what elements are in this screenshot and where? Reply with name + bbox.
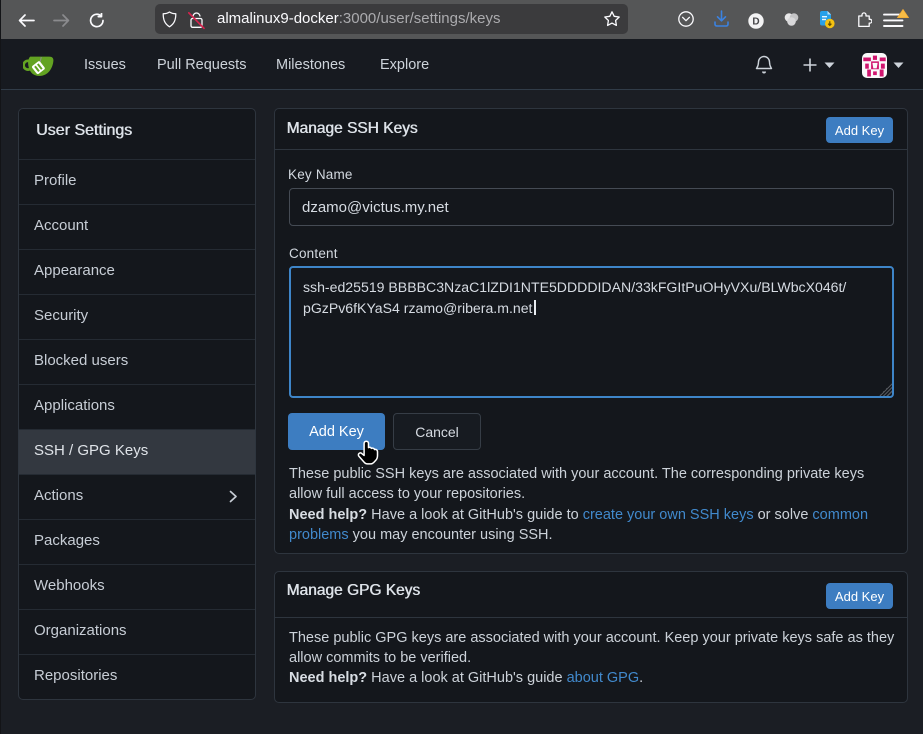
- svg-text:D: D: [752, 17, 759, 28]
